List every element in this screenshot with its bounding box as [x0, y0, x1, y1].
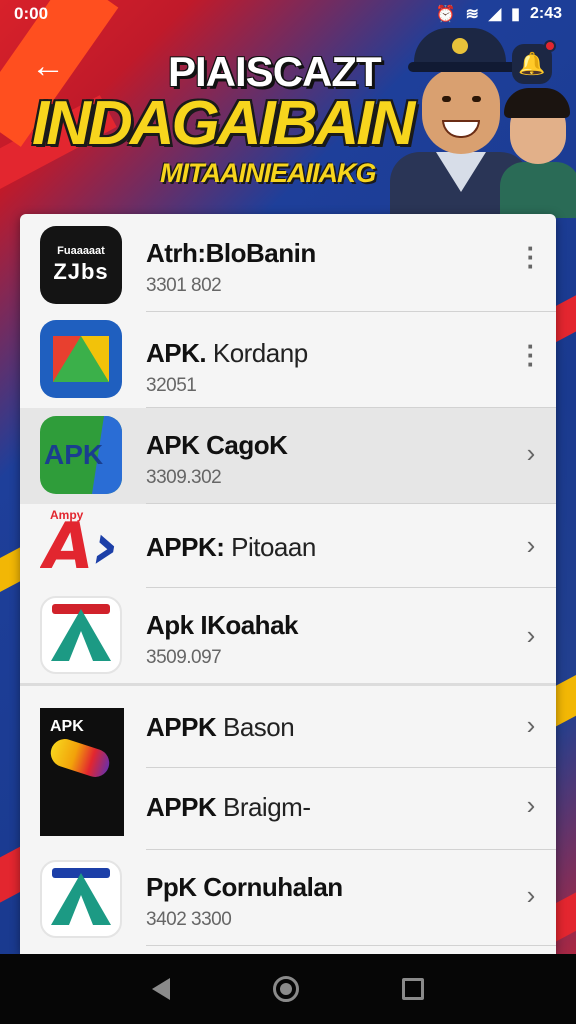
nav-home-icon[interactable]: [272, 976, 299, 1002]
list-item[interactable]: APPK Bason ›: [20, 686, 556, 768]
wifi-icon: ≋: [465, 6, 479, 23]
alarm-icon: ⏰: [435, 6, 456, 23]
list-item[interactable]: APK. Kordanp 32051 · · ·: [20, 312, 556, 408]
chevron-right-icon[interactable]: ›: [516, 880, 546, 910]
list-item-title: PpK Cornuhalan: [146, 872, 343, 902]
list-item-text: Apk IKoahak 3509.097: [146, 610, 299, 669]
status-icons: ⏰ ≋ ◢ ▮ 2:43: [436, 4, 562, 24]
list-item-text: APK. Kordanp 32051: [146, 338, 308, 397]
more-vert-icon[interactable]: · · ·: [516, 235, 546, 279]
status-left-text: 0:00: [14, 4, 49, 23]
chevron-right-icon[interactable]: ›: [516, 620, 546, 650]
list-item-text: APK CagoK 3309.302: [146, 430, 288, 489]
status-time: 2:43: [529, 5, 562, 22]
app-icon: Ampy A›: [40, 508, 122, 584]
list-item[interactable]: Fuaaaaat ZJbs Atrh:BloBanin 3301 802 · · ·: [20, 214, 556, 312]
banner-title-line-3: MITAAINIEAIIAKG: [160, 158, 376, 188]
list-item-subtitle: 3301 802: [146, 275, 222, 296]
app-icon: APK: [40, 416, 122, 494]
list-item-subtitle: 3309.302: [146, 467, 222, 488]
app-icon-text-2: ZJbs: [53, 259, 109, 284]
notification-badge: [544, 40, 556, 52]
app-icon: [40, 320, 122, 398]
app-icon: Fuaaaaat ZJbs: [40, 226, 122, 304]
app-icon-text: APK: [44, 439, 104, 470]
signal-icon: ◢: [488, 6, 502, 23]
app-icon: [40, 860, 122, 938]
app-icon-text: Fuaaaaat: [57, 245, 105, 257]
chevron-right-icon[interactable]: ›: [516, 710, 546, 740]
list-item-title: APPK Braigm-: [146, 792, 311, 822]
list-item-title: APK. Kordanp: [146, 338, 308, 368]
nav-back-icon[interactable]: [151, 978, 170, 1000]
back-arrow-icon[interactable]: ←: [26, 44, 70, 88]
list-item-title: Atrh:BloBanin: [146, 238, 316, 268]
list-item-subtitle: 3509.097: [146, 647, 222, 668]
list-item-text: APPK: Pitoaan: [146, 532, 316, 563]
list-item[interactable]: APK APK CagoK 3309.302 ›: [20, 408, 556, 504]
status-bar: 0:00 ⏰ ≋ ◢ ▮ 2:43: [0, 0, 576, 28]
list-item-title: APPK: Pitoaan: [146, 532, 316, 562]
list-item[interactable]: Ampy A› APPK: Pitoaan ›: [20, 504, 556, 588]
chevron-right-icon[interactable]: ›: [516, 790, 546, 820]
battery-icon: ▮: [511, 6, 520, 23]
list-item-subtitle: 32051: [146, 375, 197, 396]
app-icon: [40, 596, 122, 674]
list-group: APK APPK Bason › APPK Braigm- ›: [20, 686, 556, 850]
list-item-subtitle: 3402 3300: [146, 909, 232, 930]
list-item-text: PpK Cornuhalan 3402 3300: [146, 872, 343, 931]
navigation-bar: [0, 954, 576, 1024]
list-item-title: APPK Bason: [146, 712, 295, 742]
list-item-title: APK CagoK: [146, 430, 288, 460]
list-item-text: APPK Braigm-: [146, 792, 311, 823]
more-vert-icon[interactable]: · · ·: [516, 333, 546, 377]
list-item[interactable]: APPK Braigm- ›: [20, 768, 556, 850]
nav-recents-icon[interactable]: [402, 978, 425, 1000]
list-item-text: APPK Bason: [146, 712, 295, 743]
app-list: Fuaaaaat ZJbs Atrh:BloBanin 3301 802 · · ·…: [20, 214, 556, 954]
list-item-title: Apk IKoahak: [146, 610, 299, 640]
chevron-right-icon[interactable]: ›: [516, 530, 546, 560]
chevron-right-icon[interactable]: ›: [516, 438, 546, 468]
list-item-text: Atrh:BloBanin 3301 802: [146, 238, 316, 297]
list-item[interactable]: Apk IKoahak 3509.097 ›: [20, 588, 556, 686]
list-item[interactable]: PpK Cornuhalan 3402 3300 ›: [20, 850, 556, 946]
banner-title-line-2: INDAGAIBAIN: [32, 89, 415, 158]
